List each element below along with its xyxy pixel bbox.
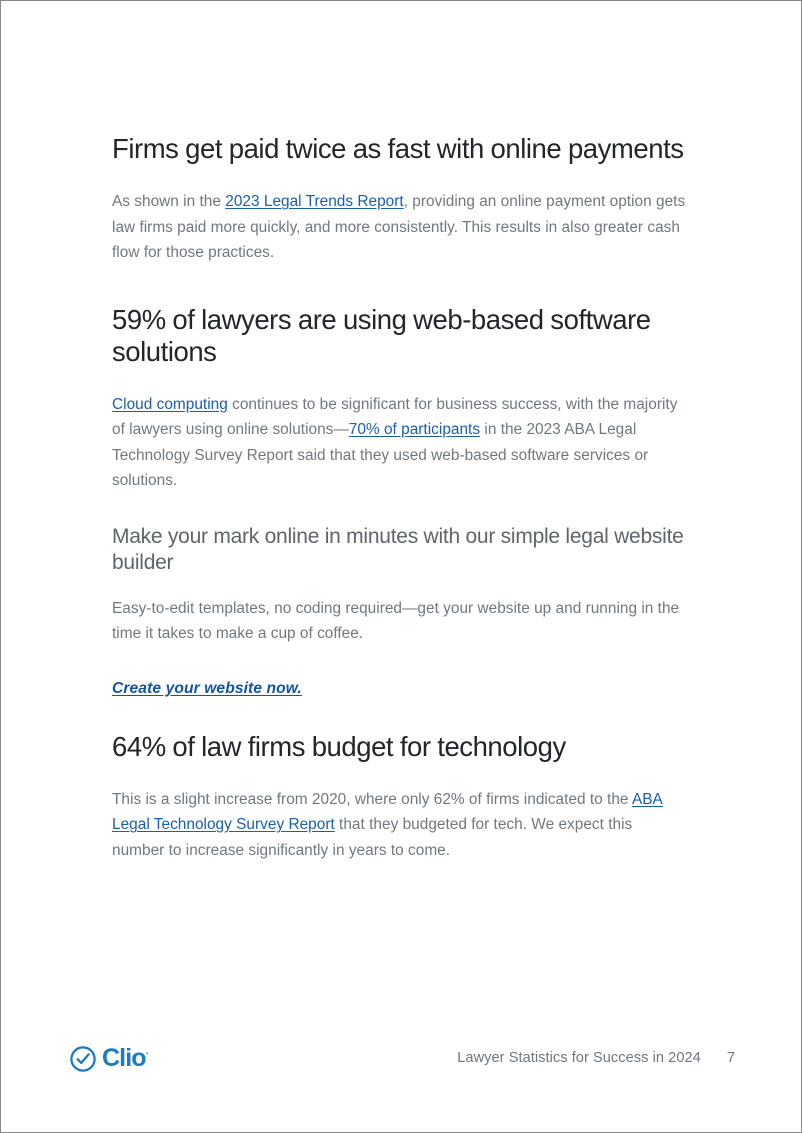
section-heading-technology-budget: 64% of law firms budget for technology	[112, 730, 566, 762]
paragraph-website-builder: Easy-to-edit templates, no coding requir…	[112, 599, 680, 643]
footer-meta: Lawyer Statistics for Success in 2024 7	[457, 1050, 735, 1066]
subheading-website-builder: Make your mark online in minutes with ou…	[112, 524, 684, 574]
check-circle-icon	[70, 1046, 96, 1072]
cta-create-your-website-link[interactable]: Create your website now.	[112, 677, 302, 701]
document-page: Firms get paid twice as fast with online…	[0, 0, 802, 1133]
section-heading-online-payments: Firms get paid twice as fast with online…	[112, 133, 684, 164]
link-cloud-computing[interactable]: Cloud computing	[112, 396, 228, 413]
footer-document-title: Lawyer Statistics for Success in 2024	[457, 1050, 701, 1066]
link-70-percent-participants[interactable]: 70% of participants	[349, 421, 480, 438]
paragraph-online-payments: As shown in the 2023 Legal Trends Report…	[112, 189, 687, 266]
clio-wordmark: Clio·	[102, 1043, 149, 1072]
footer-page-number: 7	[726, 1050, 735, 1066]
section-heading-web-based-software: 59% of lawyers are using web-based softw…	[112, 303, 651, 367]
link-2023-legal-trends-report[interactable]: 2023 Legal Trends Report	[225, 193, 403, 210]
clio-wordmark-text: Clio	[102, 1043, 147, 1072]
text-fragment: As shown in the	[112, 193, 226, 210]
clio-logo: Clio·	[69, 1045, 149, 1073]
paragraph-web-based-software: Cloud computing continues to be signific…	[112, 392, 687, 494]
clio-trademark: ·	[145, 1048, 149, 1060]
page-footer: Clio· Lawyer Statistics for Success in 2…	[1, 1041, 801, 1087]
text-fragment: This is a slight increase from 2020, whe…	[112, 790, 632, 808]
page-content: Firms get paid twice as fast with online…	[112, 133, 687, 863]
paragraph-technology-budget: This is a slight increase from 2020, whe…	[112, 787, 687, 864]
